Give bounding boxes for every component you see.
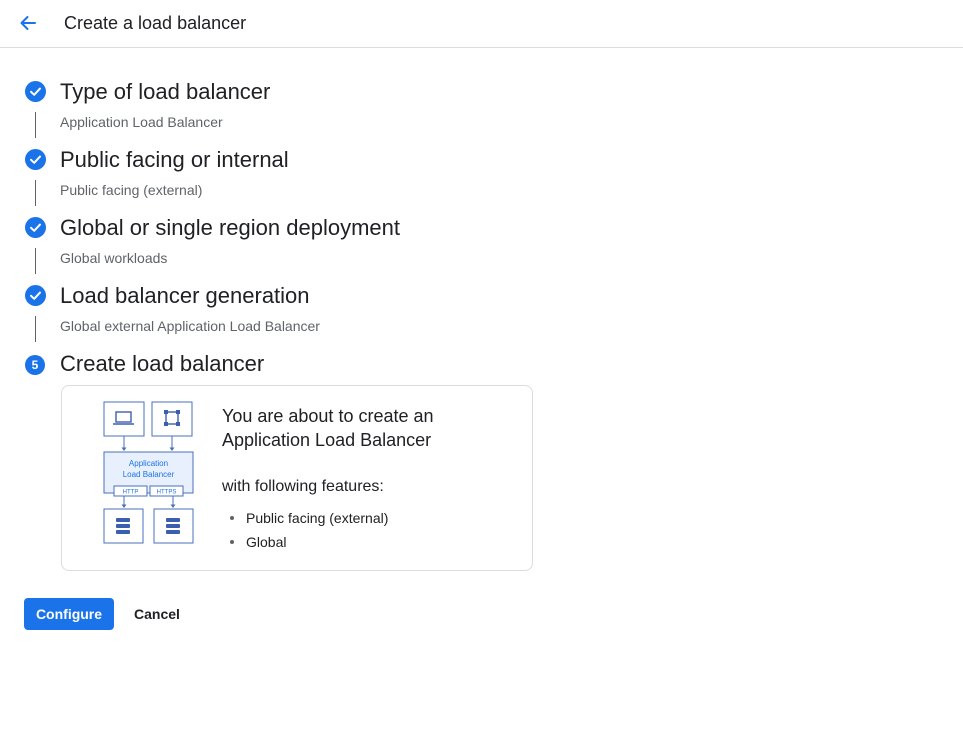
svg-text:HTTP: HTTP [123, 490, 139, 496]
load-balancer-label: Load Balancer [123, 470, 175, 479]
list-item: Public facing (external) [228, 506, 388, 530]
summary-card: Application Load Balancer HTTP HTTPS You… [61, 385, 533, 571]
list-item: Global [228, 530, 388, 554]
client-box [103, 401, 145, 437]
step-title[interactable]: Load balancer generation [60, 283, 310, 309]
step-title[interactable]: Type of load balancer [60, 79, 270, 105]
step-title[interactable]: Global or single region deployment [60, 215, 400, 241]
step-connector [35, 112, 36, 138]
step-title: Create load balancer [60, 351, 265, 376]
feature-list: Public facing (external) Global [228, 506, 388, 554]
check-circle-icon [25, 149, 46, 170]
features-label: with following features: [222, 478, 384, 495]
database-icon [116, 518, 130, 534]
step-title[interactable]: Public facing or internal [60, 147, 289, 173]
arrow-back-icon [20, 16, 36, 30]
check-circle-icon [25, 81, 46, 102]
load-balancer-diagram: Application Load Balancer HTTP HTTPS [103, 401, 194, 544]
bullet-icon [230, 540, 234, 544]
step-value: Application Load Balancer [60, 114, 223, 130]
step-connector [35, 180, 36, 206]
back-button[interactable] [14, 9, 42, 37]
feature-text: Global [246, 534, 287, 550]
load-balancer-label: Application [129, 459, 168, 468]
database-icon [166, 518, 180, 534]
step-connector [35, 316, 36, 342]
client-box [151, 401, 193, 437]
bullet-icon [230, 516, 234, 520]
feature-text: Public facing (external) [246, 510, 389, 526]
step-value: Global workloads [60, 250, 168, 266]
page-title: Create a load balancer [64, 13, 247, 33]
cancel-button[interactable]: Cancel [124, 598, 190, 630]
step-number: 5 [31, 358, 39, 372]
step-value: Public facing (external) [60, 182, 203, 198]
step-value: Global external Application Load Balance… [60, 318, 320, 334]
svg-text:HTTPS: HTTPS [157, 490, 177, 496]
configure-button[interactable]: Configure [24, 598, 114, 630]
check-circle-icon [25, 285, 46, 306]
check-circle-icon [25, 217, 46, 238]
step-number-badge: 5 [25, 355, 45, 375]
page-header: Create a load balancer [0, 0, 963, 48]
summary-heading: You are about to create an Application L… [222, 406, 434, 450]
step-connector [35, 248, 36, 274]
